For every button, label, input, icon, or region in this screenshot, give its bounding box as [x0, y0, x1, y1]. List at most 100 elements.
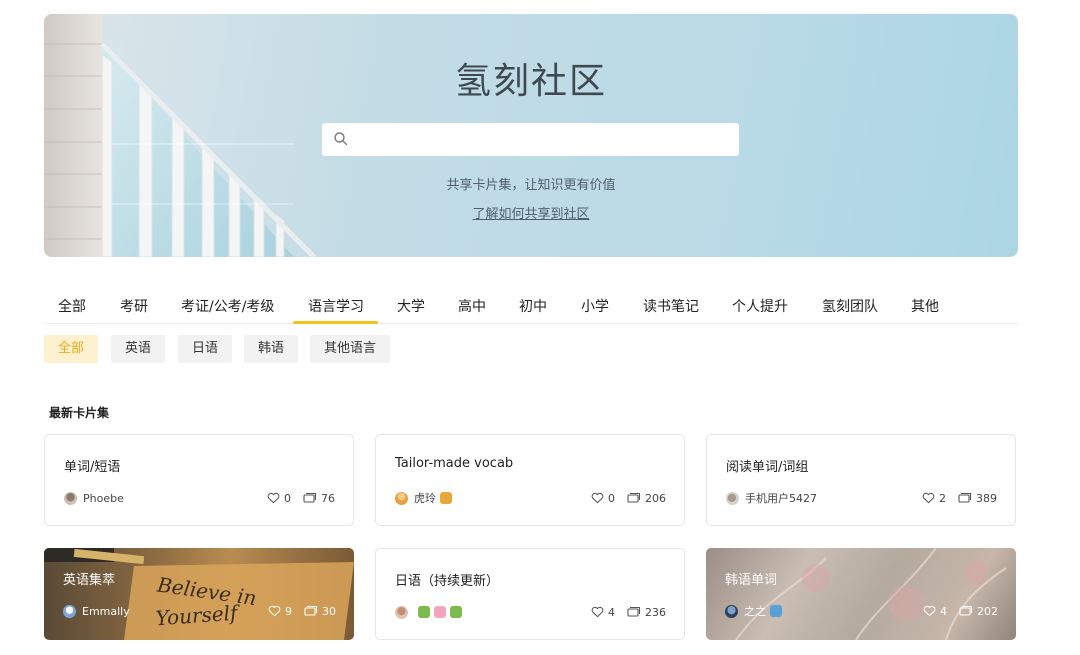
like-count: 4	[608, 605, 615, 619]
search-box[interactable]	[322, 123, 739, 156]
share-guide: 了解如何共享到社区	[44, 203, 1018, 222]
likes: 2	[922, 492, 946, 505]
card-set[interactable]: 阅读单词/词组 手机用户5427 2 389	[706, 434, 1016, 526]
card-set[interactable]: 单词/短语 Phoebe 0 76	[44, 434, 354, 526]
card-count: 202	[959, 605, 998, 618]
card-stats: 0 76	[255, 490, 335, 506]
tab-other[interactable]: 其他	[911, 296, 939, 316]
tab-kaoyan[interactable]: 考研	[120, 296, 148, 316]
cards-icon	[959, 605, 973, 616]
tab-language-learning[interactable]: 语言学习	[308, 296, 364, 316]
card-cover-image: Believe in Yourself	[44, 548, 354, 640]
tab-self-improvement[interactable]: 个人提升	[732, 296, 788, 316]
card-count: 76	[303, 492, 335, 505]
heart-icon	[591, 492, 604, 504]
card-title: Tailor-made vocab	[395, 456, 514, 471]
share-guide-link[interactable]: 了解如何共享到社区	[472, 207, 589, 222]
community-page: 氢刻社区 共享卡片集，让知识更有价值 了解如何共享到社区 全部 考研 考证/公考…	[0, 0, 1080, 655]
tab-high-school[interactable]: 高中	[458, 296, 486, 316]
card-stats: 0 206	[579, 490, 666, 506]
card-author: 之之	[725, 603, 782, 619]
tab-middle-school[interactable]: 初中	[519, 296, 547, 316]
card-author	[395, 604, 462, 620]
card-set[interactable]: Believe in Yourself 英语集萃 Emmally 9 30	[44, 548, 354, 640]
blossom-emoji-icon	[434, 606, 446, 618]
avatar	[395, 605, 408, 619]
tab-reading-notes[interactable]: 读书笔记	[643, 296, 699, 316]
like-count: 2	[939, 491, 946, 505]
heart-icon	[268, 605, 281, 617]
card-count-value: 202	[977, 604, 998, 618]
card-set[interactable]: 日语（持续更新） 4 236	[375, 548, 685, 640]
card-stats: 2 389	[910, 490, 997, 506]
card-set[interactable]: Tailor-made vocab 虎玲 0 206	[375, 434, 685, 526]
likes: 0	[591, 492, 615, 505]
avatar	[726, 491, 739, 505]
avatar	[63, 604, 76, 618]
card-set[interactable]: 韩语单词 之之 4 202	[706, 548, 1016, 640]
like-count: 9	[285, 604, 292, 618]
community-subtitle: 共享卡片集，让知识更有价值	[446, 178, 616, 193]
author-name: 之之	[744, 605, 766, 618]
author-name: 手机用户5427	[745, 492, 817, 505]
tab-university[interactable]: 大学	[397, 296, 425, 316]
tab-team[interactable]: 氢刻团队	[822, 296, 878, 316]
heart-icon	[267, 492, 280, 504]
card-author: Phoebe	[64, 490, 124, 506]
tab-primary-school[interactable]: 小学	[581, 296, 609, 316]
avatar	[395, 491, 408, 505]
tiger-emoji-icon	[440, 492, 452, 504]
avatar	[725, 604, 738, 618]
card-author: 手机用户5427	[726, 490, 817, 506]
search-icon	[334, 132, 348, 146]
card-author: 虎玲	[395, 490, 452, 506]
cards-icon	[304, 605, 318, 616]
cards-icon	[627, 606, 641, 617]
wave-emoji-icon	[770, 605, 782, 617]
heart-icon	[923, 605, 936, 617]
likes: 4	[923, 605, 947, 618]
card-count-value: 76	[321, 491, 335, 505]
card-cover-image	[735, 548, 1007, 640]
subfilter-other-languages[interactable]: 其他语言	[310, 335, 391, 363]
card-title: 单词/短语	[64, 460, 121, 475]
leaf-emoji-icon	[450, 606, 462, 618]
like-count: 0	[284, 491, 291, 505]
card-author: Emmally	[63, 603, 130, 619]
card-count: 206	[627, 492, 666, 505]
tab-certification[interactable]: 考证/公考/考级	[181, 296, 274, 316]
heart-icon	[591, 606, 604, 618]
cards-icon	[958, 492, 972, 503]
tab-all[interactable]: 全部	[58, 296, 86, 316]
subfilter-japanese[interactable]: 日语	[178, 335, 233, 363]
hero-banner: 氢刻社区 共享卡片集，让知识更有价值 了解如何共享到社区	[44, 14, 1018, 257]
category-tabs: 全部 考研 考证/公考/考级 语言学习 大学 高中 初中 小学 读书笔记 个人提…	[44, 284, 1018, 324]
card-stats: 4 202	[911, 603, 998, 619]
subfilter-all[interactable]: 全部	[44, 335, 99, 363]
cards-icon	[627, 492, 641, 503]
like-count: 4	[940, 604, 947, 618]
author-name: Emmally	[82, 604, 130, 618]
card-stats: 4 236	[579, 604, 666, 620]
card-count: 236	[627, 606, 666, 619]
card-count-value: 30	[322, 604, 336, 618]
card-stats: 9 30	[256, 603, 336, 619]
community-title: 氢刻社区	[454, 61, 607, 102]
section-title: 最新卡片集	[49, 406, 110, 420]
card-count: 30	[304, 605, 336, 618]
subfilter-korean[interactable]: 韩语	[244, 335, 299, 363]
card-title: 韩语单词	[725, 573, 778, 588]
card-count-value: 206	[645, 491, 666, 505]
card-count-value: 389	[976, 491, 997, 505]
subfilter-english[interactable]: 英语	[111, 335, 166, 363]
card-title: 日语（持续更新）	[395, 574, 500, 589]
cards-icon	[303, 492, 317, 503]
like-count: 0	[608, 491, 615, 505]
likes: 4	[591, 606, 615, 619]
leaf-emoji-icon	[418, 606, 430, 618]
card-title: 阅读单词/词组	[726, 460, 809, 475]
likes: 0	[267, 492, 291, 505]
heart-icon	[922, 492, 935, 504]
search-input[interactable]	[356, 123, 731, 156]
active-tab-indicator	[293, 321, 378, 324]
